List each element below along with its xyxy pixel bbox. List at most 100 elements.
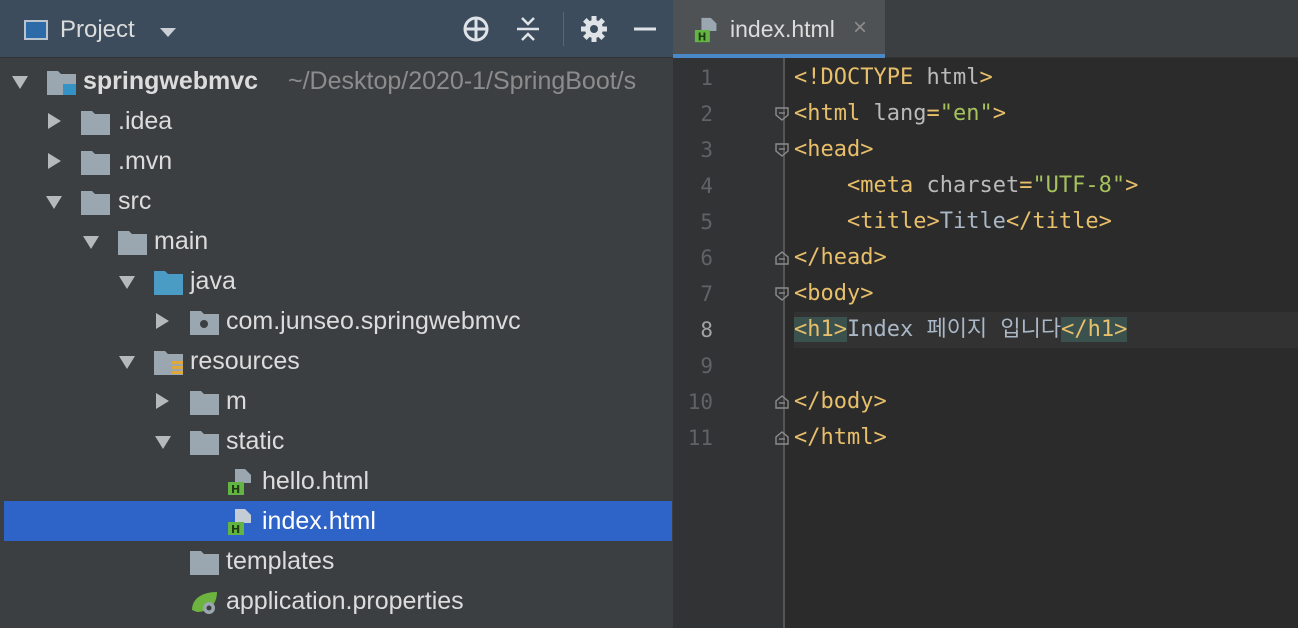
tree-item-mvn[interactable]: .mvn: [0, 141, 673, 181]
gear-icon[interactable]: [580, 15, 608, 43]
fold-marker-icon[interactable]: [775, 251, 789, 265]
editor-panel: H index.html × 1 <!DOCTYPE html> 2 <html la…: [673, 0, 1298, 628]
code-token: <html: [794, 101, 874, 126]
tree-item-idea[interactable]: .idea: [0, 101, 673, 141]
tree-item-java[interactable]: java: [0, 261, 673, 301]
tab-index-html[interactable]: H index.html ×: [673, 0, 885, 58]
code-token: <h1>: [794, 317, 847, 342]
header-separator: [563, 12, 564, 46]
project-panel-header: Project: [0, 0, 673, 58]
tree-item-label: com.junseo.springwebmvc: [226, 307, 521, 335]
tree-item-label: hello.html: [262, 467, 369, 495]
code-token: <meta: [846, 173, 927, 198]
code-token: <body>: [794, 281, 874, 306]
html-file-icon: H: [228, 509, 251, 536]
line-number: 10: [687, 390, 713, 414]
fold-marker-icon[interactable]: [775, 107, 789, 121]
tree-item-src[interactable]: src: [0, 181, 673, 221]
tree-item-label: .idea: [118, 107, 173, 135]
tree-item-springwebmvc[interactable]: springwebmvc ~/Desktop/2020-1/SpringBoot…: [0, 61, 673, 101]
project-view-icon[interactable]: [24, 20, 48, 40]
tree-item-label: templates: [226, 547, 335, 575]
editor-tab-bar: H index.html ×: [673, 0, 1298, 58]
tree-item-index-html[interactable]: H index.html: [4, 501, 672, 541]
expand-arrow-icon[interactable]: [48, 113, 61, 129]
locate-icon[interactable]: [462, 15, 490, 43]
expand-arrow-icon[interactable]: [46, 196, 62, 209]
code-token: html: [926, 65, 980, 90]
expand-arrow-icon[interactable]: [48, 153, 61, 169]
expand-arrow-icon[interactable]: [12, 76, 28, 89]
hide-icon[interactable]: [631, 15, 659, 43]
spring-properties-icon: [192, 592, 217, 614]
project-view-selector[interactable]: Project: [60, 16, 135, 44]
code-token: Index 페이지 입니다: [846, 317, 1062, 342]
code-token: <!DOCTYPE: [794, 65, 927, 90]
html-file-icon: H: [694, 17, 717, 43]
folder-icon: [118, 231, 147, 255]
tree-item-application-properties[interactable]: application.properties: [0, 581, 673, 621]
tree-item-resources[interactable]: resources: [0, 341, 673, 381]
code-line: <body>: [794, 276, 1298, 312]
tree-item-m[interactable]: m: [0, 381, 673, 421]
expand-arrow-icon[interactable]: [119, 356, 135, 369]
code-line: <head>: [794, 132, 1298, 168]
code-line: <html lang="en">: [794, 96, 1298, 132]
code-line: </body>: [794, 384, 1298, 420]
svg-text:H: H: [231, 483, 240, 496]
code-line: </html>: [794, 420, 1298, 456]
expand-arrow-icon[interactable]: [156, 393, 169, 409]
code-token: </h1>: [1061, 317, 1128, 342]
expand-arrow-icon[interactable]: [83, 236, 99, 249]
tree-item-label: .mvn: [118, 147, 173, 175]
line-number: 11: [687, 426, 713, 450]
tree-item-label: java: [190, 267, 236, 295]
tree-item-label: static: [226, 427, 285, 455]
code-token: </html>: [794, 425, 887, 450]
code-token: </title>: [1005, 209, 1112, 234]
folder-icon: [81, 111, 110, 135]
tree-item-templates[interactable]: templates: [0, 541, 673, 581]
tree-item-hello-html[interactable]: H hello.html: [0, 461, 673, 501]
expand-arrow-icon[interactable]: [119, 276, 135, 289]
fold-marker-icon[interactable]: [775, 143, 789, 157]
code-line: <h1>Index 페이지 입니다</h1>: [794, 312, 1298, 348]
collapse-all-icon[interactable]: [514, 15, 542, 43]
line-number: 2: [700, 102, 713, 126]
code-token: "UTF-8": [1032, 173, 1126, 198]
line-number: 7: [700, 282, 713, 306]
tree-item-package[interactable]: com.junseo.springwebmvc: [0, 301, 673, 341]
fold-marker-icon[interactable]: [775, 287, 789, 301]
close-icon[interactable]: ×: [853, 14, 867, 42]
tree-item-static[interactable]: static: [0, 421, 673, 461]
expand-arrow-icon[interactable]: [155, 436, 171, 449]
tree-item-main[interactable]: main: [0, 221, 673, 261]
svg-text:H: H: [231, 523, 240, 536]
expand-arrow-icon[interactable]: [156, 313, 169, 329]
fold-marker-icon[interactable]: [775, 395, 789, 409]
fold-marker-icon[interactable]: [775, 431, 789, 445]
code-token: =: [1019, 173, 1033, 198]
module-folder-icon: [47, 71, 76, 95]
tab-label: index.html: [730, 16, 835, 42]
code-token: lang: [873, 101, 927, 126]
svg-text:H: H: [698, 31, 707, 43]
code-token: >: [992, 101, 1006, 126]
line-number: 4: [700, 174, 713, 198]
tree-item-label: springwebmvc: [83, 67, 259, 95]
code-token: <head>: [794, 137, 874, 162]
chevron-down-icon[interactable]: [160, 28, 176, 37]
code-token: >: [979, 65, 993, 90]
code-token: </body>: [794, 389, 887, 414]
code-token: >: [1125, 173, 1139, 198]
code-token: Title: [939, 209, 1006, 234]
ide-window: Project springwebmvc ~/Desktop/2020-1/Sp…: [0, 0, 1298, 628]
code-line: <!DOCTYPE html>: [794, 60, 1298, 96]
line-number: 9: [700, 354, 713, 378]
folder-icon: [190, 431, 219, 455]
code-token: <title>: [846, 209, 940, 234]
code-line: <meta charset="UTF-8">: [794, 168, 1298, 204]
